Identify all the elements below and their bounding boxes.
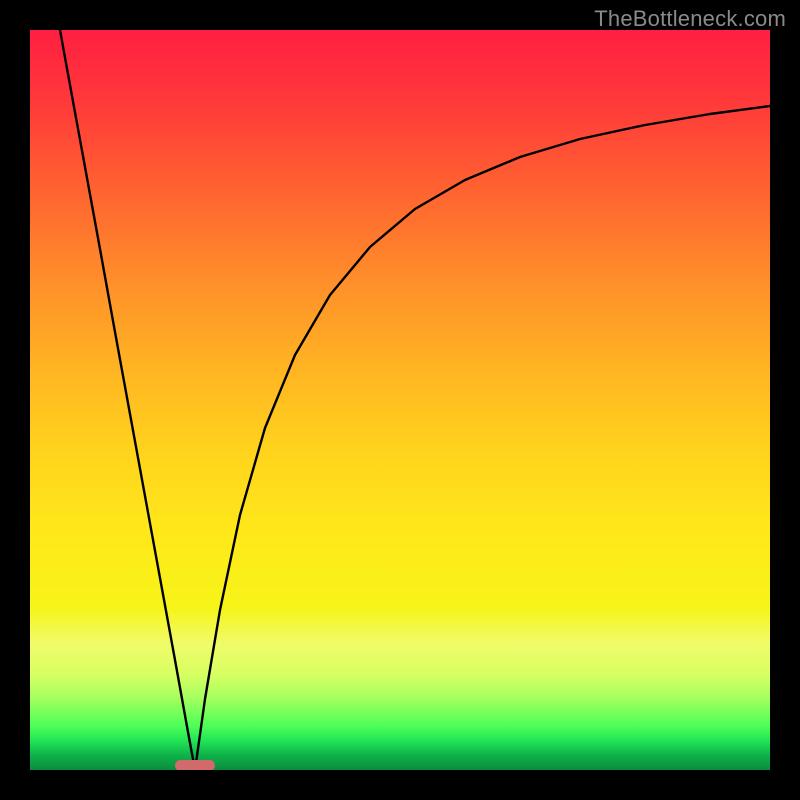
attribution-text: TheBottleneck.com <box>594 6 786 32</box>
curve-path <box>60 30 770 770</box>
plot-area <box>30 30 770 770</box>
chart-frame: TheBottleneck.com <box>0 0 800 800</box>
minimum-marker <box>175 760 215 771</box>
bottleneck-curve <box>30 30 770 770</box>
